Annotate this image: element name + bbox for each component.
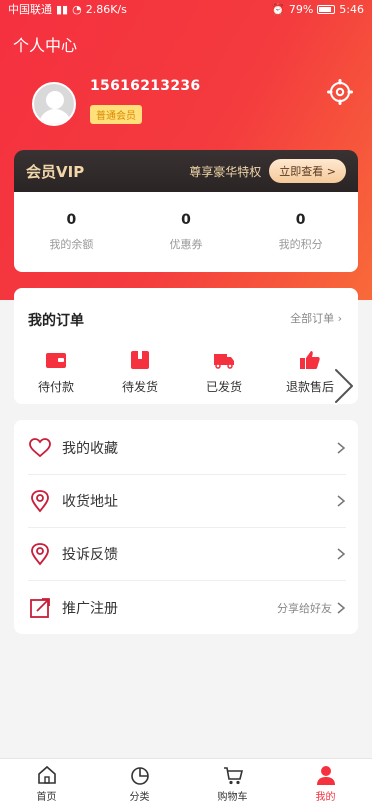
stat-label: 我的余额	[49, 238, 94, 251]
cart-icon	[223, 767, 243, 785]
tab-cart[interactable]: 购物车	[186, 759, 279, 808]
avatar-head	[46, 91, 64, 109]
tab-mine[interactable]: 我的	[279, 759, 372, 808]
chevron-right-icon	[337, 548, 346, 560]
avatar[interactable]	[32, 82, 76, 126]
member-level-badge: 普通会员	[90, 105, 142, 124]
menu-right	[332, 548, 346, 560]
stat-balance[interactable]: 0 我的余额	[14, 192, 129, 272]
vip-view-button[interactable]: 立即查看 >	[269, 159, 346, 183]
signal-icon: ▮▮	[56, 2, 69, 16]
chevron-right-icon	[337, 495, 346, 507]
menu-right: 分享给好友	[277, 600, 346, 616]
order-label: 已发货	[205, 380, 242, 394]
order-pending-payment[interactable]: 待付款	[22, 348, 90, 395]
all-orders-link[interactable]: 全部订单 ›	[290, 310, 342, 326]
wallet-icon	[46, 353, 66, 368]
menu-label: 投诉反馈	[62, 547, 118, 563]
bottom-tab-bar: 首页 分类 购物车 我的	[0, 758, 372, 808]
gear-icon[interactable]	[326, 78, 354, 106]
speed-text: 2.86K/s	[85, 2, 127, 16]
alarm-icon: ⏰	[271, 2, 285, 16]
menu-label: 收货地址	[62, 494, 118, 510]
menu-item-referral[interactable]: 推广注册 分享给好友	[28, 581, 346, 634]
menu-label: 我的收藏	[62, 441, 118, 457]
order-pending-shipment[interactable]: 待发货	[106, 348, 174, 395]
stat-coupons[interactable]: 0 优惠券	[129, 192, 244, 272]
menu-item-feedback[interactable]: 投诉反馈	[28, 528, 346, 581]
location-icon	[31, 543, 49, 566]
user-phone: 15616213236	[90, 78, 201, 94]
tab-label: 首页	[36, 792, 57, 803]
stats-card: 0 我的余额 0 优惠券 0 我的积分	[14, 192, 358, 272]
stat-label: 优惠券	[169, 238, 203, 251]
menu-extra: 分享给好友	[277, 601, 332, 615]
heart-icon	[29, 438, 51, 458]
chevron-right-icon	[337, 442, 346, 454]
order-label: 待发货	[121, 380, 158, 394]
scroll-right-arrow-icon[interactable]	[330, 366, 356, 406]
menu-card: 我的收藏 收货地址 投诉反馈 推广注册 分享给好友	[14, 420, 358, 634]
orders-title: 我的订单	[28, 313, 84, 329]
stat-label: 我的积分	[278, 238, 323, 251]
category-icon	[130, 767, 149, 785]
status-bar: 中国联通 ▮▮ ◔ 2.86K/s ⏰ 79% 5:46	[0, 0, 372, 18]
vip-description: 尊享豪华特权	[189, 164, 262, 179]
package-icon	[131, 351, 149, 369]
battery-icon	[317, 4, 336, 14]
share-icon	[30, 597, 50, 618]
order-label: 待付款	[37, 380, 74, 394]
menu-right	[332, 442, 346, 454]
all-orders-label: 全部订单	[290, 312, 335, 325]
truck-icon	[214, 354, 234, 369]
orders-card: 我的订单 全部订单 › 待付款 待发货 已发货 退款售后	[14, 288, 358, 404]
tab-label: 我的	[315, 792, 336, 803]
tab-home[interactable]: 首页	[0, 759, 93, 808]
order-label: 退款售后	[285, 380, 334, 394]
carrier-text: 中国联通	[8, 3, 52, 16]
menu-right	[332, 495, 346, 507]
chevron-right-icon	[337, 601, 346, 614]
menu-item-favorites[interactable]: 我的收藏	[28, 422, 346, 475]
tab-label: 分类	[129, 792, 150, 803]
tab-label: 购物车	[217, 792, 248, 803]
order-shipped[interactable]: 已发货	[190, 348, 258, 395]
tab-category[interactable]: 分类	[93, 759, 186, 808]
stat-value: 0	[181, 212, 191, 228]
avatar-body	[39, 109, 71, 124]
wifi-icon: ◔	[72, 2, 82, 16]
battery-text: 79%	[288, 2, 314, 16]
stat-points[interactable]: 0 我的积分	[243, 192, 358, 272]
location-icon	[31, 490, 49, 513]
vip-banner: 会员VIP 尊享豪华特权 立即查看 >	[14, 150, 358, 192]
thumb-up-icon	[300, 351, 320, 369]
menu-label: 推广注册	[62, 600, 118, 617]
page-title: 个人中心	[13, 36, 78, 55]
stat-value: 0	[66, 212, 77, 228]
home-icon	[37, 765, 56, 784]
menu-item-address[interactable]: 收货地址	[28, 475, 346, 528]
vip-title: 会员VIP	[26, 162, 85, 181]
stat-value: 0	[295, 212, 306, 228]
user-icon	[316, 766, 335, 785]
time-text: 5:46	[339, 2, 364, 16]
chevron-right-icon: ›	[337, 312, 342, 325]
